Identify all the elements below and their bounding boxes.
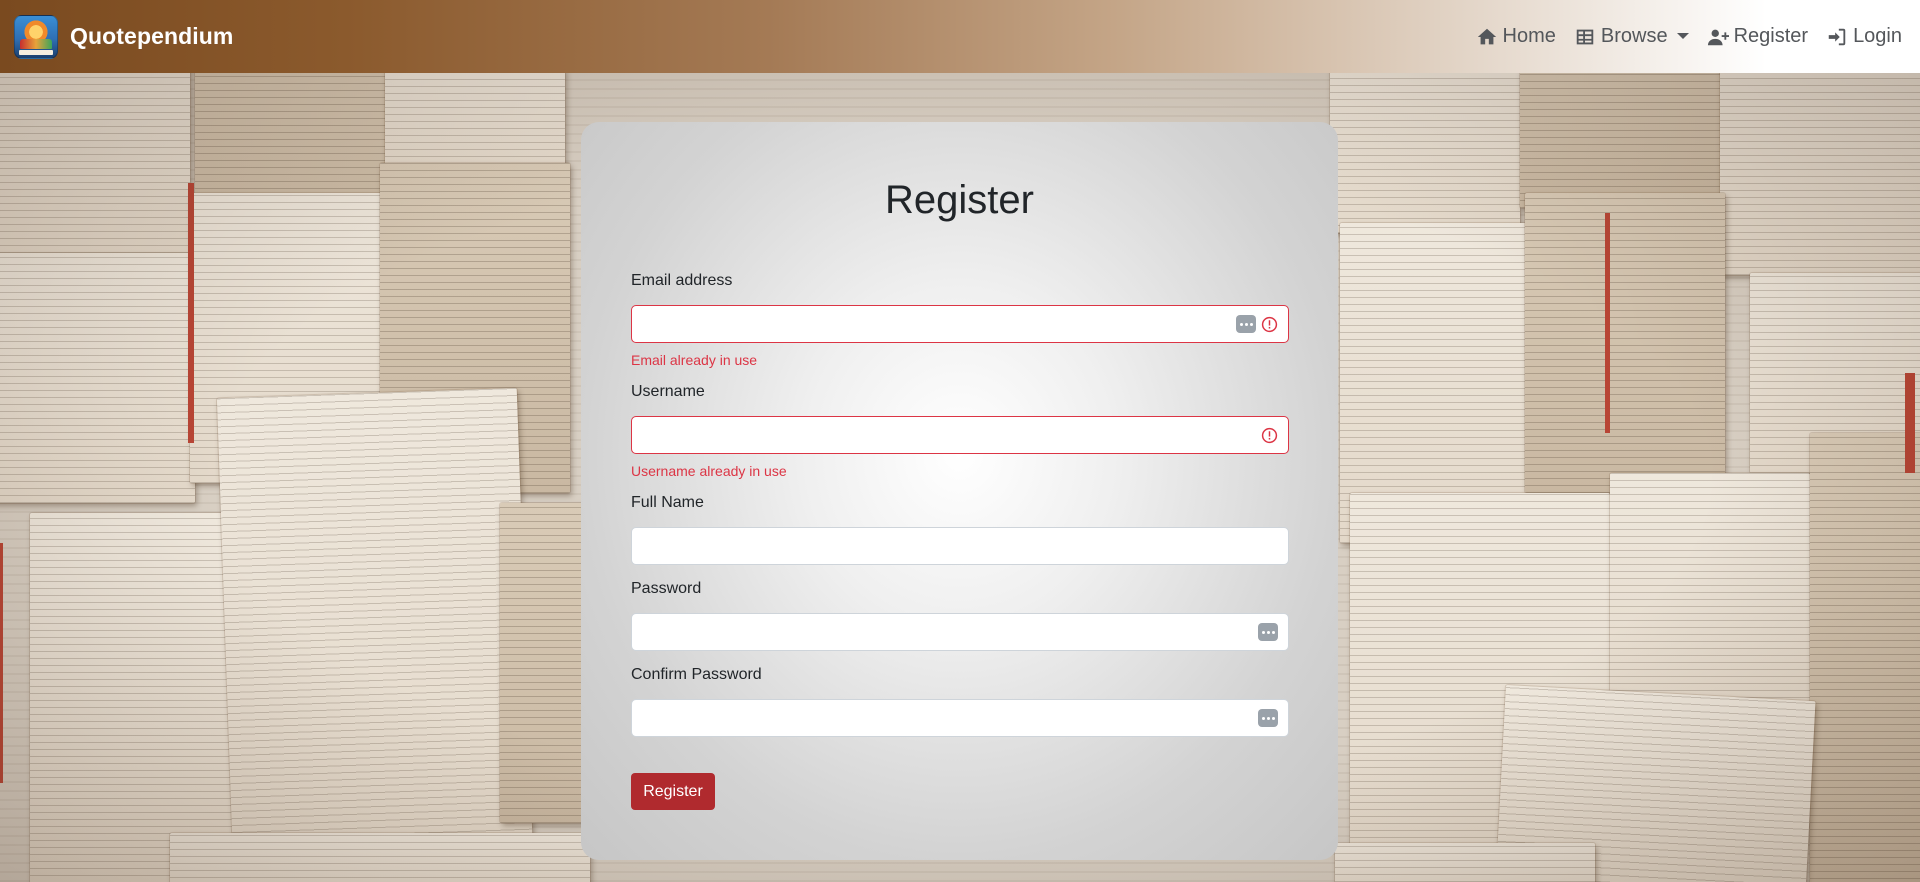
confirm-password-group: Confirm Password: [631, 666, 1289, 737]
page-title: Register: [885, 178, 1034, 222]
full-name-label: Full Name: [631, 494, 704, 511]
full-name-group: Full Name: [631, 494, 1289, 565]
autofill-key-icon[interactable]: [1258, 709, 1278, 727]
email-field-wrapper: [631, 305, 1289, 343]
nav-register[interactable]: Register: [1707, 17, 1808, 57]
caret-down-icon: [1676, 32, 1689, 39]
email-error-message: Email already in use: [631, 352, 758, 368]
username-field[interactable]: [632, 417, 1288, 453]
brand[interactable]: Quotependium: [14, 0, 233, 73]
confirm-password-field[interactable]: [632, 700, 1288, 736]
username-field-wrapper: [631, 416, 1289, 454]
brand-name[interactable]: Quotependium: [70, 23, 233, 50]
nav-browse-dropdown[interactable]: Browse: [1574, 17, 1689, 57]
sign-in-icon: [1828, 28, 1846, 45]
table-icon: [1576, 29, 1594, 44]
password-label: Password: [631, 580, 702, 597]
home-icon: [1477, 28, 1496, 44]
nav-links: Home Browse Register Login: [1458, 0, 1902, 73]
nav-home-label: Home: [1502, 25, 1556, 47]
password-field-wrapper: [631, 613, 1289, 651]
app-logo-icon[interactable]: [14, 14, 58, 59]
password-group: Password: [631, 580, 1289, 651]
nav-browse-label: Browse: [1600, 25, 1668, 47]
error-icon: [1261, 427, 1278, 444]
email-group: Email address Email already in use: [631, 272, 1289, 368]
username-label: Username: [631, 383, 705, 400]
nav-login[interactable]: Login: [1826, 17, 1902, 57]
username-error-message: Username already in use: [631, 463, 787, 479]
autofill-key-icon[interactable]: [1236, 315, 1256, 333]
confirm-password-field-wrapper: [631, 699, 1289, 737]
autofill-key-icon[interactable]: [1258, 623, 1278, 641]
username-group: Username Username already in use: [631, 383, 1289, 479]
register-submit-button[interactable]: Register: [631, 773, 715, 810]
navbar: Quotependium Home Browse Register Login: [0, 0, 1920, 73]
email-field[interactable]: [632, 306, 1288, 342]
email-label: Email address: [631, 272, 733, 289]
confirm-password-label: Confirm Password: [631, 666, 762, 683]
full-name-field-wrapper: [631, 527, 1289, 565]
full-name-field[interactable]: [632, 528, 1288, 564]
register-card: Register Email address Email already in …: [581, 122, 1338, 860]
nav-register-label: Register: [1733, 25, 1809, 47]
user-plus-icon: [1707, 29, 1729, 45]
nav-login-label: Login: [1853, 25, 1902, 47]
nav-home[interactable]: Home: [1476, 17, 1556, 57]
error-icon: [1261, 316, 1278, 333]
password-field[interactable]: [632, 614, 1288, 650]
